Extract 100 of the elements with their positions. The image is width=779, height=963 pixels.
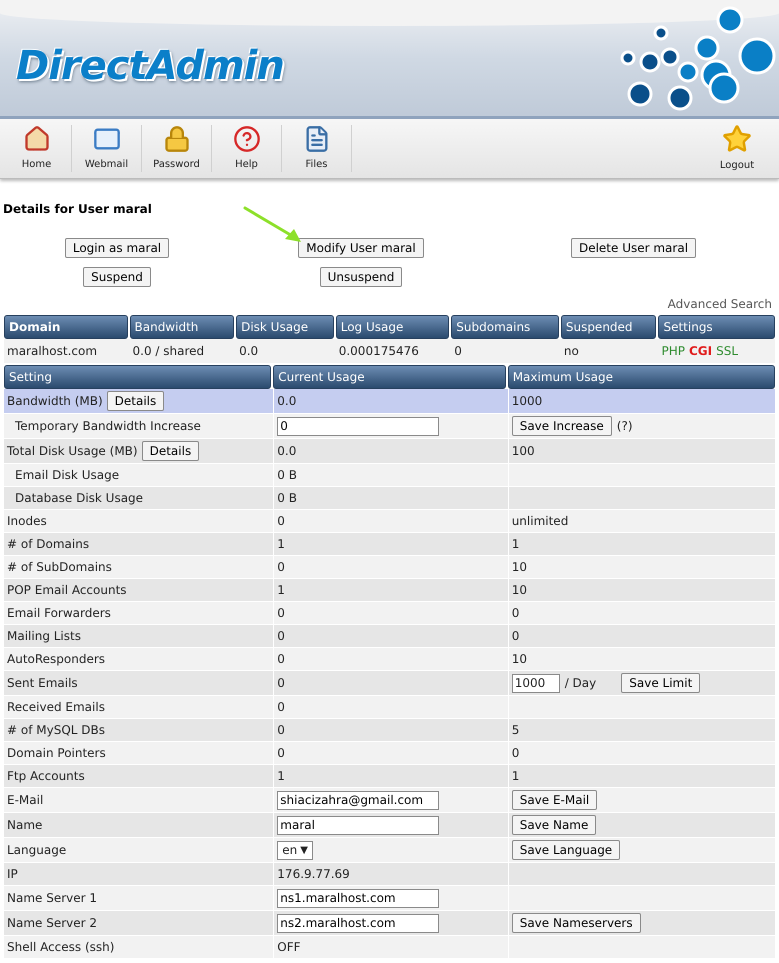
setting-label: # of SubDomains: [7, 559, 112, 576]
setting-label: Language: [7, 842, 66, 859]
setting-label: Database Disk Usage: [15, 490, 144, 507]
table-cell: maralhost.com: [7, 344, 98, 358]
table-cell-text: 1: [277, 536, 285, 553]
setting-label: AutoResponders: [7, 651, 106, 668]
toolbar-button[interactable]: Home: [2, 125, 72, 172]
page-title: Details for User maral: [2, 201, 153, 218]
action-button[interactable]: Modify User maral: [298, 238, 424, 258]
setting-label: Mailing Lists: [7, 628, 81, 645]
save-button[interactable]: Save Language: [512, 840, 620, 860]
input-field[interactable]: shiacizahra@gmail.com: [277, 790, 440, 810]
column-header: Current Usage: [273, 365, 506, 389]
table-cell-text: 1: [512, 536, 520, 553]
table-cell-text: 0: [277, 651, 285, 668]
setting-tag: PHP: [661, 342, 685, 360]
setting-tag: SSL: [716, 342, 738, 360]
setting-label: Email Forwarders: [7, 605, 111, 622]
column-header: Settings: [658, 315, 775, 339]
unit-label: / Day: [564, 675, 596, 692]
table-cell-text: 0: [277, 605, 285, 622]
toolbar-button[interactable]: Files: [282, 125, 352, 172]
action-button[interactable]: Login as maral: [64, 238, 170, 258]
table-cell-text: 0: [277, 513, 285, 530]
column-header: Log Usage: [336, 315, 450, 339]
table-cell: no: [564, 344, 579, 358]
save-button[interactable]: Save Limit: [621, 673, 700, 693]
setting-label: Email Disk Usage: [15, 467, 120, 484]
table-cell-text: 0: [277, 745, 285, 762]
setting-label: Inodes: [7, 513, 47, 530]
language-dropdown[interactable]: en ▼: [277, 840, 313, 860]
table-cell-text: 176.9.77.69: [277, 866, 350, 883]
table-cell: 0.000175476: [338, 344, 419, 358]
table-cell-text: 1: [512, 768, 520, 785]
table-cell-text: 10: [512, 582, 527, 599]
table-cell: 0.0 / shared: [132, 344, 204, 358]
setting-label: Name Server 2: [7, 915, 98, 932]
table-cell-text: 0 B: [277, 490, 297, 507]
setting-label: E-Mail: [7, 792, 44, 809]
setting-label: IP: [7, 866, 18, 883]
save-button[interactable]: Save Nameservers: [512, 913, 641, 933]
toolbar-button[interactable]: Help: [212, 125, 282, 172]
logout-button[interactable]: Logout: [697, 119, 777, 178]
column-header: Subdomains: [451, 315, 559, 339]
table-cell-text: 1: [277, 582, 285, 599]
table-cell-text: 10: [512, 651, 527, 668]
input-field[interactable]: maral: [277, 816, 440, 834]
save-button[interactable]: Save Increase: [512, 416, 612, 436]
advanced-search-link[interactable]: Advanced Search: [668, 295, 772, 313]
column-header: Setting: [4, 365, 272, 389]
table-cell-text: 5: [512, 722, 520, 739]
table-cell-text: 0 B: [277, 467, 297, 484]
table-cell-text: 1000: [512, 393, 542, 410]
table-cell-text: 0.0: [277, 443, 296, 460]
setting-label: Sent Emails: [7, 675, 78, 692]
input-field[interactable]: ns1.maralhost.com: [277, 888, 440, 908]
column-header: Maximum Usage: [508, 365, 775, 389]
help-link[interactable]: (?): [616, 417, 632, 435]
input-field[interactable]: ns2.maralhost.com: [277, 914, 440, 932]
table-cell-text: 0: [512, 745, 520, 762]
toolbar-button[interactable]: Webmail: [72, 125, 142, 172]
action-button[interactable]: Unsuspend: [320, 267, 402, 287]
setting-tag: CGI: [688, 342, 712, 360]
setting-label: POP Email Accounts: [7, 582, 127, 599]
toolbar-button[interactable]: Password: [142, 125, 212, 172]
save-button[interactable]: Save E-Mail: [512, 790, 598, 810]
table-cell-text: 0: [277, 675, 285, 692]
table-cell-text: 1: [277, 768, 285, 785]
setting-label: # of Domains: [7, 536, 90, 553]
help-icon: [232, 125, 262, 153]
setting-label: Name: [7, 817, 42, 834]
table-cell-text: 0: [277, 699, 285, 716]
details-button[interactable]: Details: [142, 441, 200, 461]
column-header: Disk Usage: [236, 315, 334, 339]
action-button[interactable]: Delete User maral: [570, 238, 696, 258]
column-header: Domain: [4, 315, 128, 339]
table-cell-text: OFF: [277, 939, 301, 956]
setting-label: Bandwidth (MB): [7, 393, 103, 410]
setting-label: Temporary Bandwidth Increase: [15, 418, 201, 435]
column-header: Suspended: [560, 315, 656, 339]
input-field[interactable]: 1000: [512, 674, 560, 692]
setting-label: Total Disk Usage (MB): [7, 443, 138, 460]
table-cell: 0.0: [239, 344, 258, 358]
table-cell-text: 0: [512, 628, 520, 645]
table-cell-text: 0: [277, 559, 285, 576]
table-cell: 0: [454, 344, 462, 358]
table-cell-text: 0: [277, 722, 285, 739]
logo-text: DirectAdmin: [16, 42, 284, 91]
action-button[interactable]: Suspend: [83, 267, 151, 287]
table-cell-text: 0: [277, 628, 285, 645]
table-cell-text: unlimited: [512, 513, 568, 530]
setting-label: Name Server 1: [7, 890, 98, 907]
table-cell-text: 0: [512, 605, 520, 622]
setting-label: # of MySQL DBs: [7, 722, 105, 739]
table-cell-text: 10: [512, 559, 527, 576]
save-button[interactable]: Save Name: [512, 815, 596, 835]
details-button[interactable]: Details: [106, 391, 164, 411]
input-field[interactable]: 0: [277, 416, 440, 436]
star-icon: [722, 124, 752, 154]
setting-label: Ftp Accounts: [7, 768, 85, 785]
